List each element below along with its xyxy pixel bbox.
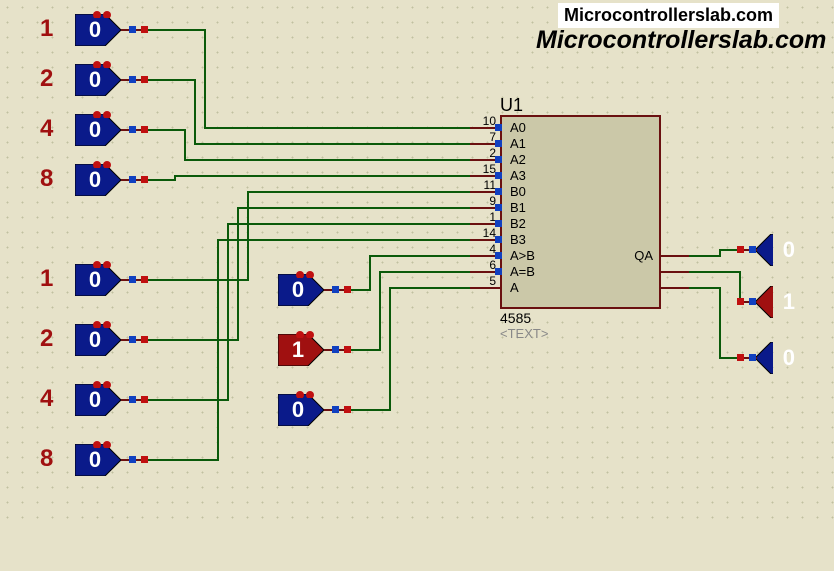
- pin-terminal: [141, 456, 148, 463]
- pin-name: B0: [510, 184, 526, 199]
- pin-terminal: [344, 406, 351, 413]
- pin-terminal: [495, 252, 502, 259]
- pin-terminal: [141, 126, 148, 133]
- pin-name: QA12QA=B3QA>B13: [603, 248, 653, 263]
- pin-terminal: [141, 26, 148, 33]
- pin-terminal: [332, 346, 339, 353]
- pin-terminal: [749, 354, 756, 361]
- pin-terminal: [749, 298, 756, 305]
- pin-name: A: [510, 280, 519, 295]
- logic-state-input[interactable]: 0: [75, 384, 115, 416]
- pin-number: 15: [476, 162, 496, 176]
- pin-number: 7: [476, 130, 496, 144]
- bit-weight: 4: [40, 385, 53, 413]
- logic-state-input[interactable]: 0: [75, 444, 115, 476]
- bit-weight: 2: [40, 325, 53, 353]
- logic-state-input[interactable]: 0: [75, 114, 115, 146]
- pin-lead: [659, 271, 689, 273]
- pin-terminal: [129, 176, 136, 183]
- pin-terminal: [129, 396, 136, 403]
- pin-name: B2: [510, 216, 526, 231]
- pin-lead: [659, 255, 689, 257]
- pin-name: A=B: [510, 264, 535, 279]
- ic-text-stub: <TEXT>: [500, 326, 548, 341]
- pin-name: B3: [510, 232, 526, 247]
- pin-terminal: [344, 286, 351, 293]
- pin-terminal: [737, 298, 744, 305]
- ic-part: 4585: [500, 310, 531, 326]
- bit-weight: 1: [40, 15, 53, 43]
- pin-number: 2: [476, 146, 496, 160]
- pin-terminal: [129, 126, 136, 133]
- pin-number: 1: [476, 210, 496, 224]
- logic-probe-output[interactable]: 1: [755, 286, 795, 318]
- pin-terminal: [495, 140, 502, 147]
- pin-terminal: [495, 220, 502, 227]
- bit-weight: 2: [40, 65, 53, 93]
- pin-number: 6: [476, 258, 496, 272]
- pin-number: 5: [476, 274, 496, 288]
- pin-lead: [659, 287, 689, 289]
- pin-terminal: [129, 336, 136, 343]
- logic-probe-output[interactable]: 0: [755, 342, 795, 374]
- bit-weight: 1: [40, 265, 53, 293]
- pin-terminal: [737, 354, 744, 361]
- pin-terminal: [495, 124, 502, 131]
- ic-ref: U1: [500, 95, 523, 116]
- watermark-text: Microcontrollerslab.com: [536, 26, 826, 55]
- pin-terminal: [141, 396, 148, 403]
- pin-name: A>B: [510, 248, 535, 263]
- pin-terminal: [141, 176, 148, 183]
- pin-name: A2: [510, 152, 526, 167]
- pin-terminal: [141, 276, 148, 283]
- pin-terminal: [495, 236, 502, 243]
- logic-state-input[interactable]: 0: [75, 264, 115, 296]
- pin-number: 10: [476, 114, 496, 128]
- logic-state-input[interactable]: 1: [278, 334, 318, 366]
- pin-terminal: [495, 172, 502, 179]
- pin-terminal: [332, 406, 339, 413]
- logic-state-input[interactable]: 0: [75, 324, 115, 356]
- pin-name: A1: [510, 136, 526, 151]
- pin-number: 9: [476, 194, 496, 208]
- pin-terminal: [344, 346, 351, 353]
- logic-state-input[interactable]: 0: [75, 64, 115, 96]
- pin-terminal: [129, 26, 136, 33]
- logic-state-input[interactable]: 0: [75, 164, 115, 196]
- logic-state-input[interactable]: 0: [75, 14, 115, 46]
- pin-number: 11: [476, 178, 496, 192]
- pin-terminal: [129, 76, 136, 83]
- watermark-box: Microcontrollerslab.com: [558, 3, 779, 28]
- pin-terminal: [495, 204, 502, 211]
- logic-state-input[interactable]: 0: [278, 394, 318, 426]
- pin-terminal: [129, 276, 136, 283]
- pin-terminal: [129, 456, 136, 463]
- bit-weight: 8: [40, 165, 53, 193]
- pin-name: B1: [510, 200, 526, 215]
- pin-terminal: [141, 336, 148, 343]
- bit-weight: 8: [40, 445, 53, 473]
- logic-state-input[interactable]: 0: [278, 274, 318, 306]
- pin-terminal: [495, 156, 502, 163]
- pin-terminal: [141, 76, 148, 83]
- pin-terminal: [495, 188, 502, 195]
- pin-name: A3: [510, 168, 526, 183]
- logic-probe-output[interactable]: 0: [755, 234, 795, 266]
- pin-name: A0: [510, 120, 526, 135]
- pin-terminal: [749, 246, 756, 253]
- pin-terminal: [332, 286, 339, 293]
- pin-number: 4: [476, 242, 496, 256]
- pin-terminal: [737, 246, 744, 253]
- pin-terminal: [495, 268, 502, 275]
- pin-number: 14: [476, 226, 496, 240]
- bit-weight: 4: [40, 115, 53, 143]
